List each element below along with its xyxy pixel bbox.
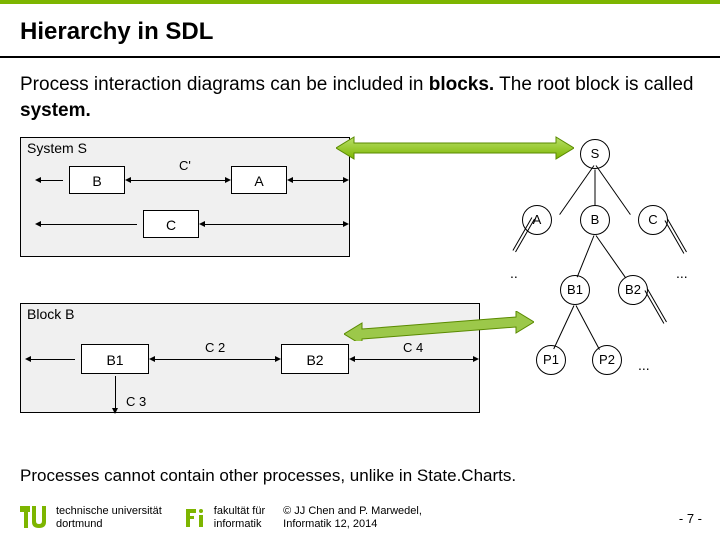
channel-c3: C 3 xyxy=(126,394,146,409)
edge-b-b2 xyxy=(596,235,627,278)
block-c: C xyxy=(143,210,199,238)
system-s-box: System S B A C C' xyxy=(20,137,350,257)
edge-s-b xyxy=(595,170,596,206)
edge-b1-p1 xyxy=(553,306,574,350)
node-b1: B1 xyxy=(560,275,590,305)
title-underline xyxy=(0,56,720,58)
block-b1: B1 xyxy=(81,344,149,374)
slide-title: Hierarchy in SDL xyxy=(0,4,720,56)
intro-bold2: system. xyxy=(20,100,91,121)
node-p1: P1 xyxy=(536,345,566,375)
block-a: A xyxy=(231,166,287,194)
green-arrow-system xyxy=(336,133,574,163)
node-p2: P2 xyxy=(592,345,622,375)
system-label: System S xyxy=(27,140,87,156)
ellipsis-c: ... xyxy=(676,265,688,281)
diagram-area: System S B A C C' Block B B1 B2 C 2 C 3 … xyxy=(0,137,720,437)
channel-c4: C 4 xyxy=(403,340,423,355)
footer-credit1: © JJ Chen and P. Marwedel, xyxy=(283,505,422,518)
tu-logo-icon xyxy=(18,504,46,532)
footer-fac1: fakultät für xyxy=(214,505,265,518)
footer-university: technische universität dortmund xyxy=(56,505,162,531)
intro-bold1: blocks. xyxy=(429,74,494,95)
bottom-text: Processes cannot contain other processes… xyxy=(20,466,516,486)
edge-b-b1 xyxy=(577,236,595,278)
arrow-b1-b2 xyxy=(155,359,275,360)
dbl-b2 xyxy=(647,289,667,322)
footer: technische universität dortmund fakultät… xyxy=(0,496,720,540)
intro-part2: The root block is called xyxy=(494,74,693,95)
intro-text: Process interaction diagrams can be incl… xyxy=(0,72,720,137)
arrow-left-b1 xyxy=(31,359,75,360)
footer-fac2: informatik xyxy=(214,518,265,531)
channel-c-prime: C' xyxy=(179,158,191,173)
ellipsis-a: .. xyxy=(510,265,518,281)
arrow-left-b xyxy=(41,180,63,181)
block-b2: B2 xyxy=(281,344,349,374)
footer-uni1: technische universität xyxy=(56,505,162,518)
green-arrow-block xyxy=(344,311,534,341)
edge-b1-p2 xyxy=(576,306,600,351)
arrow-b-a xyxy=(131,180,225,181)
footer-uni2: dortmund xyxy=(56,518,162,531)
fi-logo-icon xyxy=(184,507,206,529)
hierarchy-tree: S A B C B1 B2 P1 P2 .. ... ... xyxy=(430,135,710,435)
footer-credit2: Informatik 12, 2014 xyxy=(283,518,422,531)
intro-part1: Process interaction diagrams can be incl… xyxy=(20,74,429,95)
ellipsis-p: ... xyxy=(638,357,650,373)
node-b: B xyxy=(580,205,610,235)
arrow-a-right xyxy=(293,180,343,181)
page-number: - 7 - xyxy=(679,511,702,526)
block-b-label: Block B xyxy=(27,306,74,322)
block-b: B xyxy=(69,166,125,194)
arrow-c-right xyxy=(205,224,343,225)
dbl-c xyxy=(667,219,687,252)
footer-credit: © JJ Chen and P. Marwedel, Informatik 12… xyxy=(283,505,422,531)
arrow-left-c xyxy=(41,224,137,225)
footer-faculty: fakultät für informatik xyxy=(214,505,265,531)
channel-c2: C 2 xyxy=(205,340,225,355)
arrow-c3-down xyxy=(115,376,116,408)
